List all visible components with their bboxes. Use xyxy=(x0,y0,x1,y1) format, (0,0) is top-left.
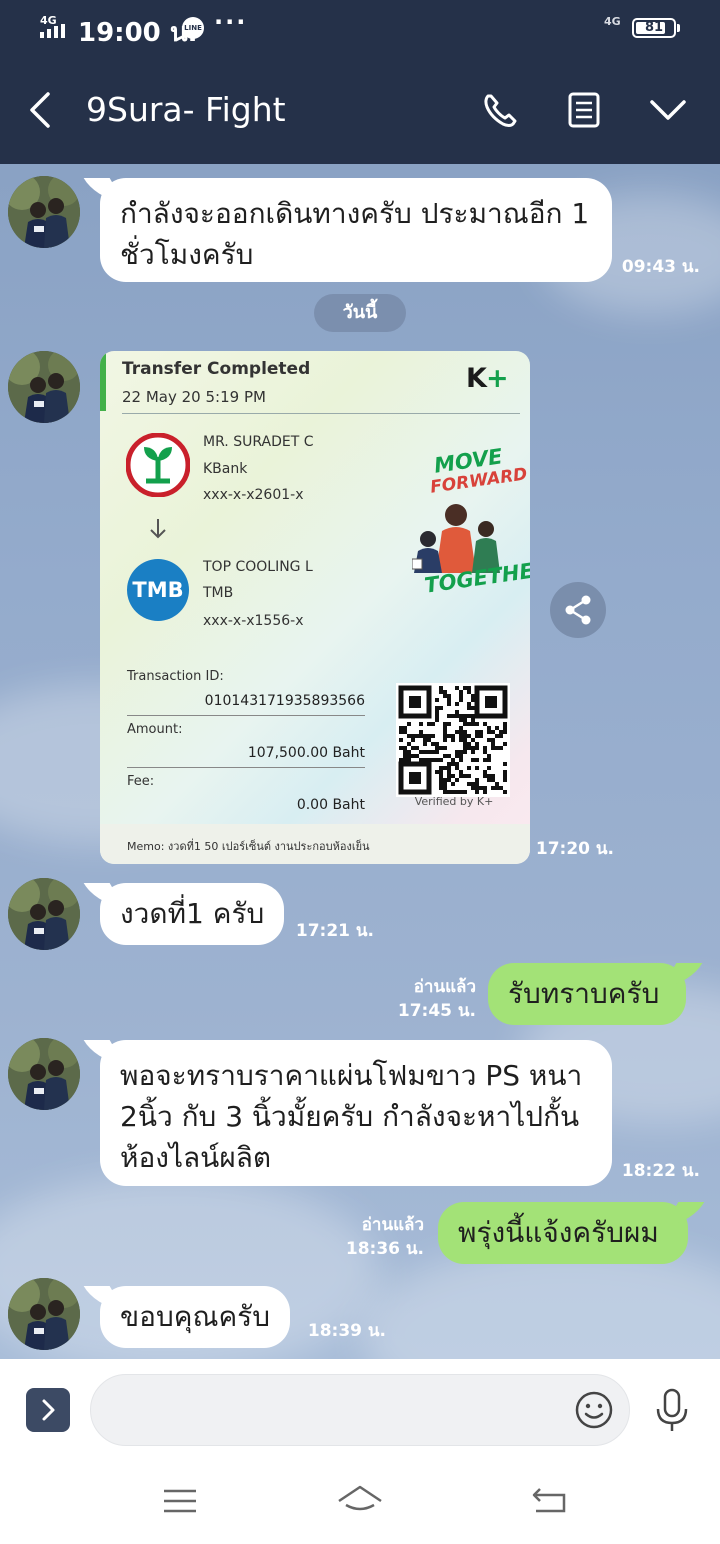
battery-percent: 81 xyxy=(644,20,664,35)
message-text: รับทราบครับ xyxy=(508,977,660,1010)
read-receipt: อ่านแล้ว xyxy=(413,977,476,997)
message-time: 17:21 น. xyxy=(295,921,374,941)
message-time: 17:20 น. xyxy=(535,839,614,859)
qr-code xyxy=(396,683,510,797)
message-bubble-outgoing[interactable]: พรุ่งนี้แจ้งครับผม xyxy=(438,1202,688,1264)
emoji-icon[interactable] xyxy=(574,1390,614,1430)
network-type-right: 4G xyxy=(604,15,621,28)
back-icon[interactable] xyxy=(26,88,56,132)
message-bubble[interactable]: งวดที่1 ครับ xyxy=(100,883,285,945)
message-text: พอจะทราบราคาแผ่นโฟมขาว PS หนา 2นิ้ว กับ … xyxy=(120,1059,583,1174)
kplus-logo: K+ xyxy=(466,363,509,394)
avatar[interactable] xyxy=(8,878,80,950)
sender-name: MR. SURADET C xyxy=(203,434,314,450)
expand-button[interactable] xyxy=(26,1388,70,1432)
battery-icon: 81 xyxy=(632,18,680,38)
transaction-id-value: 010143171935893566 xyxy=(204,693,365,709)
return-icon[interactable] xyxy=(530,1483,570,1519)
message-bubble[interactable]: ขอบคุณครับ xyxy=(100,1286,290,1348)
message-input-bar xyxy=(0,1359,720,1461)
signal-icon: 4G xyxy=(40,14,72,40)
message-time: 09:43 น. xyxy=(621,257,700,277)
chevron-down-icon[interactable] xyxy=(648,88,688,132)
recipient-bank: TMB xyxy=(203,585,234,601)
recipient-name: TOP COOLING L xyxy=(203,559,313,575)
expand-icon xyxy=(42,1399,55,1421)
share-icon xyxy=(565,595,591,625)
top-bar: 4G 19:00 น. LINE ··· 4G 81 9Sura- Fight xyxy=(0,0,720,164)
campaign-illustration xyxy=(412,504,500,573)
arrow-down-icon xyxy=(150,519,166,539)
chat-title: 9Sura- Fight xyxy=(86,90,286,129)
tmb-logo-icon: TMB xyxy=(127,559,189,621)
line-notification-icon: LINE xyxy=(182,17,204,39)
transfer-date: 22 May 20 5:19 PM xyxy=(122,388,266,406)
system-nav-bar xyxy=(0,1461,720,1544)
status-time: 19:00 น. xyxy=(78,18,198,48)
share-button[interactable] xyxy=(550,582,606,638)
fee-label: Fee: xyxy=(127,774,155,789)
avatar[interactable] xyxy=(8,1038,80,1110)
status-bar: 4G 19:00 น. LINE ··· 4G 81 xyxy=(0,0,720,56)
home-icon[interactable] xyxy=(336,1483,384,1519)
message-input[interactable] xyxy=(90,1374,630,1446)
transaction-id-label: Transaction ID: xyxy=(127,669,224,684)
avatar[interactable] xyxy=(8,351,80,423)
avatar[interactable] xyxy=(8,1278,80,1350)
phone-icon[interactable] xyxy=(480,88,520,132)
fee-value: 0.00 Baht xyxy=(296,797,365,813)
sender-account: xxx-x-x2601-x xyxy=(203,487,304,503)
message-time: 18:22 น. xyxy=(621,1161,700,1181)
message-text: ขอบคุณครับ xyxy=(120,1300,270,1333)
read-receipt: อ่านแล้ว xyxy=(361,1215,424,1235)
message-bubble[interactable]: กำลังจะออกเดินทางครับ ประมาณอีก 1 ชั่วโม… xyxy=(100,178,612,282)
date-separator: วันนี้ xyxy=(314,294,406,332)
notes-icon[interactable] xyxy=(564,88,604,132)
message-bubble[interactable]: พอจะทราบราคาแผ่นโฟมขาว PS หนา 2นิ้ว กับ … xyxy=(100,1040,612,1186)
menu-icon[interactable] xyxy=(160,1483,200,1519)
kbank-logo-icon xyxy=(126,433,190,497)
mic-icon[interactable] xyxy=(652,1387,692,1433)
message-time: 18:39 น. xyxy=(307,1321,386,1341)
transfer-slip-image[interactable]: Transfer Completed 22 May 20 5:19 PM K+ … xyxy=(100,351,530,864)
message-text: กำลังจะออกเดินทางครับ ประมาณอีก 1 ชั่วโม… xyxy=(120,197,590,271)
amount-value: 107,500.00 Baht xyxy=(247,745,365,761)
transfer-memo: Memo: งวดที่1 50 เปอร์เซ็นต์ งานประกอบห้… xyxy=(100,824,530,864)
transfer-title: Transfer Completed xyxy=(122,359,311,379)
message-time: 17:45 น. xyxy=(397,1001,476,1021)
avatar[interactable] xyxy=(8,176,80,248)
message-text: งวดที่1 ครับ xyxy=(120,897,265,930)
message-time: 18:36 น. xyxy=(345,1239,424,1259)
recipient-account: xxx-x-x1556-x xyxy=(203,613,304,629)
verified-label: Verified by K+ xyxy=(414,795,494,808)
amount-label: Amount: xyxy=(127,722,183,737)
sender-bank: KBank xyxy=(203,461,248,477)
message-bubble-outgoing[interactable]: รับทราบครับ xyxy=(488,963,686,1025)
chat-area[interactable]: กำลังจะออกเดินทางครับ ประมาณอีก 1 ชั่วโม… xyxy=(0,164,720,1359)
more-notifications-icon: ··· xyxy=(214,8,248,36)
message-text: พรุ่งนี้แจ้งครับผม xyxy=(458,1216,659,1249)
